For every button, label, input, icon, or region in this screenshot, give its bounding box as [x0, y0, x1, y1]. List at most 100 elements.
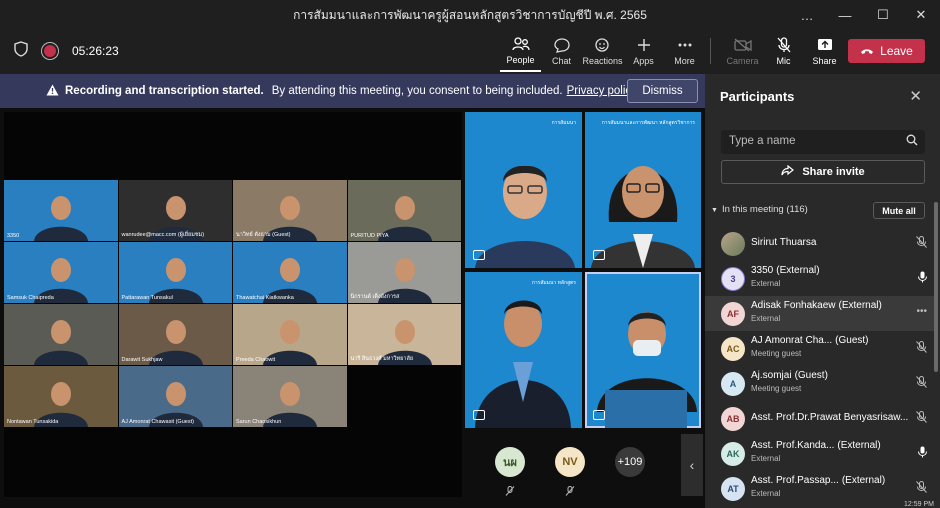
camera-button[interactable]: Camera	[722, 30, 763, 72]
close-icon[interactable]: ✕	[909, 87, 922, 105]
camera-label: Camera	[726, 56, 759, 66]
participant-tag: (Guest)	[835, 335, 869, 346]
chat-label: Chat	[551, 56, 571, 66]
participant-tag: (Guest)	[794, 370, 828, 381]
mic-button[interactable]: Mic	[763, 30, 804, 72]
participant-list: Sirirut Thuarsa 3 3350 (External) External AF…	[705, 226, 937, 506]
participant-video	[591, 166, 695, 268]
panel-scrollbar[interactable]	[934, 202, 938, 372]
participant-row[interactable]: AT Asst. Prof.Passap... (External) External	[705, 471, 937, 506]
avatar: 3	[721, 266, 745, 291]
maximize-icon[interactable]: ☐	[864, 0, 902, 30]
participant-video	[475, 165, 575, 268]
mic-off-icon	[916, 481, 927, 496]
tile-name: Sarun Chaosikhun	[236, 419, 282, 425]
chevron-left-icon[interactable]: ‹	[681, 434, 703, 496]
participant-role: External	[751, 489, 781, 498]
leave-button[interactable]: Leave	[848, 39, 925, 63]
overflow-avatar[interactable]: NV	[555, 447, 585, 501]
video-tile-large-active-speaker[interactable]	[585, 272, 701, 428]
reactions-button[interactable]: Reactions	[582, 30, 623, 72]
participant-row[interactable]: A Aj.somjai (Guest) Meeting guest	[705, 366, 937, 401]
chat-icon	[553, 36, 570, 54]
search-placeholder: Type a name	[729, 135, 796, 147]
close-window-icon[interactable]: ✕	[902, 0, 940, 30]
title-bar: การสัมมนาและการพัฒนาครูผู้สอนหลักสูตรวิช…	[0, 0, 940, 30]
participant-name-line: 3350 (External)	[751, 265, 820, 276]
overflow-count[interactable]: +109	[615, 447, 645, 501]
mic-label: Mic	[776, 56, 791, 66]
participant-role: External	[751, 454, 781, 463]
participant-video	[148, 382, 203, 427]
participant-name: AJ Amonrat Cha...	[751, 335, 833, 346]
participant-row[interactable]: AC AJ Amonrat Cha... (Guest) Meeting guest	[705, 331, 937, 366]
dismiss-button[interactable]: Dismiss	[627, 79, 698, 103]
avatar: นผ	[495, 447, 525, 477]
gallery-video-tile: Preeda Chaowit	[233, 304, 347, 365]
people-button[interactable]: People	[500, 30, 541, 72]
participant-row[interactable]: AK Asst. Prof.Kanda... (External) External	[705, 436, 937, 471]
participant-row[interactable]: Sirirut Thuarsa	[705, 226, 937, 261]
gallery-video-tile: นาวิทย์ ตังธาม (Guest)	[233, 180, 347, 241]
participant-row[interactable]: AB Asst. Prof.Dr.Prawat Benyasrisaw...	[705, 401, 937, 436]
mic-off-icon	[916, 236, 927, 251]
apps-icon	[637, 36, 651, 54]
mic-off-icon	[565, 483, 575, 501]
tile-name: Preeda Chaowit	[236, 357, 276, 363]
more-icon[interactable]: •••	[916, 306, 927, 317]
gallery-video-tile: Pattarawan Tunsakul	[118, 242, 232, 303]
participant-role: Meeting guest	[751, 349, 802, 358]
share-label: Share	[812, 56, 837, 66]
avatar: AK	[721, 441, 745, 466]
window-more-icon[interactable]: …	[788, 0, 826, 30]
toolbar-divider	[710, 38, 711, 64]
meeting-timer: 05:26:23	[72, 44, 119, 58]
participant-video	[475, 300, 571, 428]
mute-all-button[interactable]: Mute all	[873, 202, 925, 219]
mic-off-icon	[916, 376, 927, 391]
participant-video	[34, 320, 88, 365]
mic-on-icon	[918, 446, 927, 461]
more-label: More	[674, 56, 695, 66]
mic-off-icon	[505, 483, 515, 501]
minimize-icon[interactable]: —	[826, 0, 864, 30]
window-controls: … — ☐ ✕	[788, 0, 940, 30]
gallery-video-tile: Nontawan Tunsakida	[4, 366, 118, 427]
mic-on-icon	[918, 271, 927, 286]
section-label: In this meeting (116)	[721, 204, 808, 215]
video-tile-large[interactable]: การสัมมนาและการพัฒนา หลักสูตรวิชาการ	[585, 112, 701, 268]
share-invite-button[interactable]: Share invite	[721, 160, 925, 184]
camera-off-icon	[733, 36, 752, 54]
overflow-avatar[interactable]: นผ	[495, 447, 525, 501]
tile-name: wanrudee@macc.com (ผู้เยี่ยมชม)	[121, 232, 205, 238]
participant-name-line: Asst. Prof.Passap... (External)	[751, 475, 885, 486]
pin-icon	[593, 250, 605, 260]
pin-icon	[593, 410, 605, 420]
participant-search-input[interactable]: Type a name	[721, 130, 925, 154]
video-tile-large[interactable]: การสัมมนา	[465, 112, 582, 268]
video-tile-large[interactable]: การสัมมนา หลักสูตร	[465, 272, 582, 428]
participant-row[interactable]: 3 3350 (External) External	[705, 261, 937, 296]
participant-video	[597, 312, 697, 428]
participant-row[interactable]: AF Adisak Fonhakaew (External) External •••	[705, 296, 937, 331]
gallery-video-tile: 3350	[4, 180, 118, 241]
in-meeting-section-header[interactable]: ▼ In this meeting (116)	[711, 204, 808, 215]
avatar: A	[721, 371, 745, 396]
pin-icon	[473, 410, 485, 420]
avatar: AF	[721, 301, 745, 326]
avatar	[721, 231, 745, 256]
share-button[interactable]: Share	[804, 30, 845, 72]
participant-tag: (External)	[838, 300, 882, 311]
mic-off-icon	[916, 341, 927, 356]
participant-tag: (External)	[837, 440, 881, 451]
participant-name-line: Asst. Prof.Dr.Prawat Benyasrisaw...	[751, 412, 908, 423]
tile-name: Nontawan Tunsakida	[7, 419, 59, 425]
participant-video	[148, 320, 203, 365]
gallery-video-tile: Samsuk Chaipreda	[4, 242, 118, 303]
chat-button[interactable]: Chat	[541, 30, 582, 72]
more-button[interactable]: More	[664, 30, 705, 72]
system-clock: 12:59 PM	[904, 501, 934, 508]
participant-video	[34, 258, 88, 303]
reactions-label: Reactions	[582, 56, 623, 66]
apps-button[interactable]: Apps	[623, 30, 664, 72]
